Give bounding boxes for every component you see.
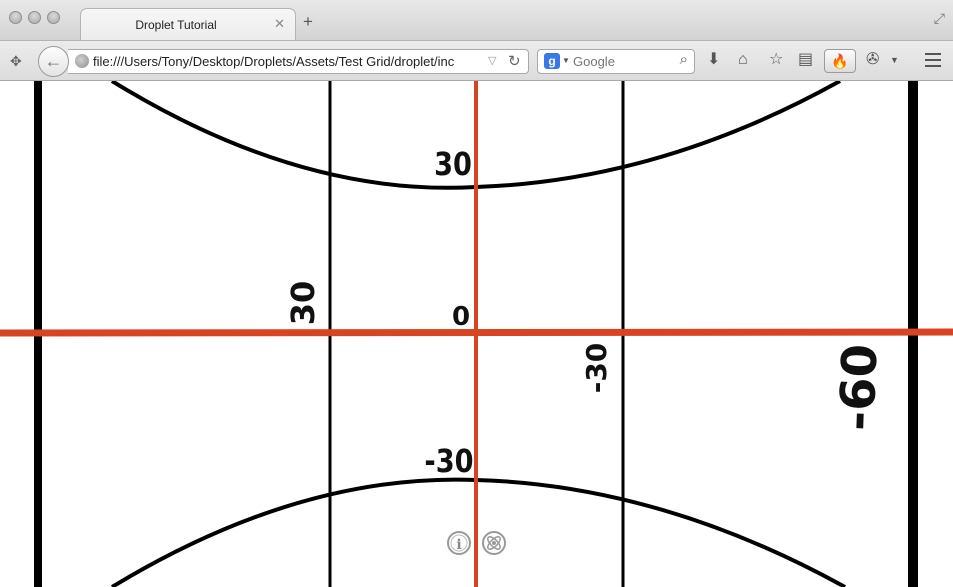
- firebug-button[interactable]: 🔥: [824, 49, 856, 73]
- new-tab-button[interactable]: +: [303, 13, 313, 30]
- reload-icon[interactable]: ↻: [508, 52, 521, 70]
- label-top-30: 30: [434, 146, 472, 184]
- extension-dropdown-icon[interactable]: ▼: [890, 50, 899, 70]
- globe-icon: [75, 54, 89, 68]
- back-button[interactable]: ←: [38, 46, 69, 77]
- test-grid: 30 0 -30 30 -30 -60 i: [0, 81, 953, 587]
- search-bar: g ▼ ⌕: [537, 49, 695, 74]
- tab-droplet-tutorial[interactable]: Droplet Tutorial ✕: [80, 8, 296, 40]
- tab-close-icon[interactable]: ✕: [274, 16, 285, 32]
- tab-title: Droplet Tutorial: [135, 18, 217, 32]
- zoom-window-button[interactable]: [47, 11, 60, 24]
- download-icon[interactable]: ⬇: [707, 50, 720, 70]
- back-arrow-icon: ←: [44, 51, 63, 71]
- title-bar: Droplet Tutorial ✕ + ⤢: [0, 0, 953, 40]
- bookmark-star-icon[interactable]: ☆: [769, 50, 783, 70]
- page-content: 30 0 -30 30 -30 -60 i: [0, 81, 953, 587]
- svg-text:i: i: [456, 537, 461, 553]
- fire-icon: 🔥: [831, 53, 849, 69]
- atom-icon[interactable]: [482, 531, 506, 555]
- label-right-30: -30: [580, 343, 613, 394]
- fullscreen-icon[interactable]: ⤢: [934, 10, 945, 27]
- bookmarks-list-icon[interactable]: ▤: [798, 50, 813, 70]
- label-origin: 0: [452, 302, 470, 332]
- close-window-button[interactable]: [9, 11, 22, 24]
- url-history-dropdown-icon[interactable]: ▽: [488, 54, 496, 67]
- search-input[interactable]: [573, 54, 673, 69]
- home-icon[interactable]: ⌂: [738, 50, 748, 70]
- minimize-window-button[interactable]: [28, 11, 41, 24]
- menu-icon[interactable]: [925, 53, 941, 71]
- info-icon[interactable]: i: [447, 531, 471, 555]
- label-left-30: 30: [284, 281, 322, 326]
- google-icon[interactable]: g: [544, 53, 560, 69]
- grid-curve-bottom: [110, 477, 846, 587]
- label-far-right-60: -60: [830, 343, 889, 432]
- navigation-toolbar: ✥ file:///Users/Tony/Desktop/Droplets/As…: [0, 40, 953, 81]
- url-bar[interactable]: file:///Users/Tony/Desktop/Droplets/Asse…: [68, 49, 529, 74]
- label-bottom-30: -30: [424, 443, 473, 481]
- url-text[interactable]: file:///Users/Tony/Desktop/Droplets/Asse…: [93, 54, 483, 69]
- search-engine-dropdown-icon[interactable]: ▼: [562, 56, 570, 65]
- search-icon[interactable]: ⌕: [680, 51, 688, 68]
- developer-icon[interactable]: ✥: [10, 53, 22, 70]
- extension-icon[interactable]: ✇: [866, 50, 879, 70]
